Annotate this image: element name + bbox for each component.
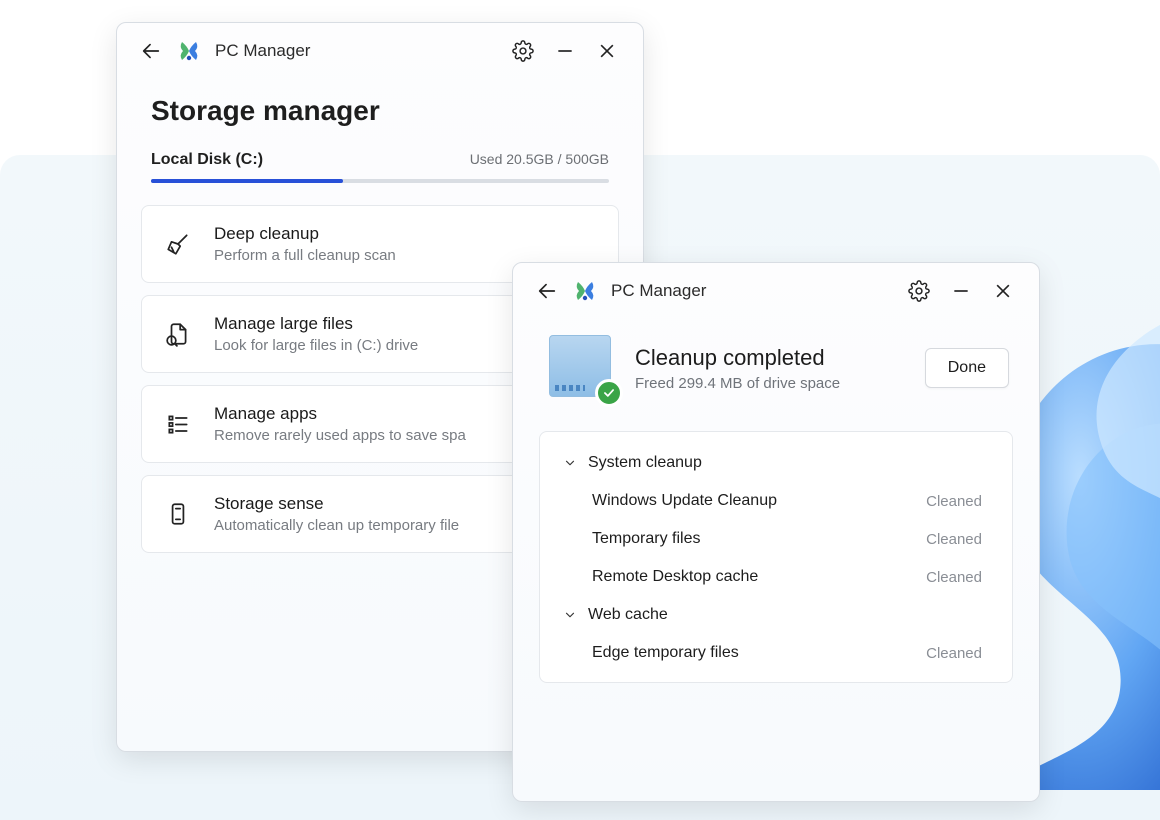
group-label: Web cache bbox=[588, 606, 668, 624]
cleanup-item: Temporary files Cleaned bbox=[548, 520, 1004, 558]
result-title: Cleanup completed bbox=[635, 345, 905, 371]
apps-list-icon bbox=[164, 410, 192, 438]
app-logo-icon bbox=[177, 39, 201, 63]
storage-sense-icon bbox=[164, 500, 192, 528]
option-title: Manage large files bbox=[214, 314, 418, 334]
arrow-left-icon bbox=[536, 280, 558, 302]
drive-icon bbox=[549, 335, 615, 401]
disk-usage-label: Used 20.5GB / 500GB bbox=[470, 151, 609, 167]
cleanup-group-header-web[interactable]: Web cache bbox=[548, 596, 1004, 634]
app-logo-icon bbox=[573, 279, 597, 303]
option-title: Deep cleanup bbox=[214, 224, 396, 244]
broom-icon bbox=[164, 230, 192, 258]
chevron-down-icon bbox=[562, 455, 578, 471]
option-subtitle: Perform a full cleanup scan bbox=[214, 247, 396, 264]
minimize-button[interactable] bbox=[947, 277, 975, 305]
checkmark-badge-icon bbox=[595, 379, 623, 407]
titlebar: PC Manager bbox=[513, 263, 1039, 313]
item-status: Cleaned bbox=[926, 569, 982, 586]
cleanup-item: Edge temporary files Cleaned bbox=[548, 634, 1004, 672]
close-button[interactable] bbox=[989, 277, 1017, 305]
app-title: PC Manager bbox=[215, 41, 310, 61]
cleanup-result-window: PC Manager Cleanup completed Freed 299.4… bbox=[512, 262, 1040, 802]
app-title: PC Manager bbox=[611, 281, 706, 301]
close-icon bbox=[993, 281, 1013, 301]
gear-icon bbox=[512, 40, 534, 62]
item-label: Windows Update Cleanup bbox=[592, 492, 777, 510]
close-button[interactable] bbox=[593, 37, 621, 65]
item-status: Cleaned bbox=[926, 493, 982, 510]
cleanup-details-card: System cleanup Windows Update Cleanup Cl… bbox=[539, 431, 1013, 683]
option-subtitle: Automatically clean up temporary file bbox=[214, 517, 459, 534]
item-label: Edge temporary files bbox=[592, 644, 739, 662]
back-button[interactable] bbox=[533, 277, 561, 305]
chevron-down-icon bbox=[562, 607, 578, 623]
cleanup-group-header-system[interactable]: System cleanup bbox=[548, 444, 1004, 482]
minimize-button[interactable] bbox=[551, 37, 579, 65]
item-label: Temporary files bbox=[592, 530, 700, 548]
back-button[interactable] bbox=[137, 37, 165, 65]
settings-button[interactable] bbox=[905, 277, 933, 305]
cleanup-item: Windows Update Cleanup Cleaned bbox=[548, 482, 1004, 520]
disk-name: Local Disk (C:) bbox=[151, 151, 263, 169]
titlebar: PC Manager bbox=[117, 23, 643, 73]
large-files-icon bbox=[164, 320, 192, 348]
done-button[interactable]: Done bbox=[925, 348, 1009, 388]
option-title: Manage apps bbox=[214, 404, 466, 424]
option-title: Storage sense bbox=[214, 494, 459, 514]
option-subtitle: Remove rarely used apps to save spa bbox=[214, 427, 466, 444]
item-label: Remote Desktop cache bbox=[592, 568, 758, 586]
settings-button[interactable] bbox=[509, 37, 537, 65]
gear-icon bbox=[908, 280, 930, 302]
minimize-icon bbox=[951, 281, 971, 301]
arrow-left-icon bbox=[140, 40, 162, 62]
disk-usage-row: Local Disk (C:) Used 20.5GB / 500GB bbox=[117, 145, 643, 175]
close-icon bbox=[597, 41, 617, 61]
result-subtitle: Freed 299.4 MB of drive space bbox=[635, 375, 905, 392]
group-label: System cleanup bbox=[588, 454, 702, 472]
item-status: Cleaned bbox=[926, 645, 982, 662]
page-title: Storage manager bbox=[117, 73, 643, 145]
cleanup-item: Remote Desktop cache Cleaned bbox=[548, 558, 1004, 596]
disk-usage-fill bbox=[151, 179, 343, 183]
item-status: Cleaned bbox=[926, 531, 982, 548]
option-subtitle: Look for large files in (C:) drive bbox=[214, 337, 418, 354]
cleanup-result-block: Cleanup completed Freed 299.4 MB of driv… bbox=[513, 313, 1039, 413]
minimize-icon bbox=[555, 41, 575, 61]
disk-usage-bar bbox=[151, 179, 609, 183]
